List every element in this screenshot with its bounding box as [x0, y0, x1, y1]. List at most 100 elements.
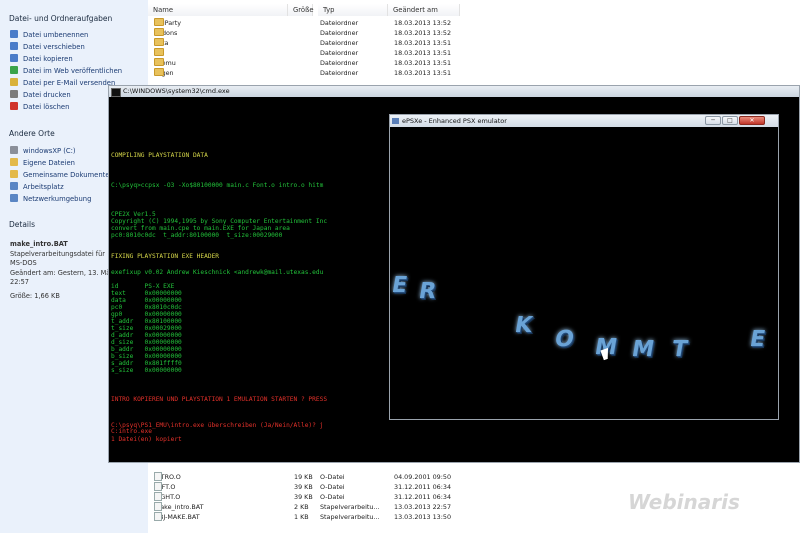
- table-row[interactable]: 3rdParty Dateiordner 18.03.2013 13:52: [148, 18, 460, 28]
- drive-icon: [10, 146, 18, 154]
- table-row[interactable]: addons Dateiordner 18.03.2013 13:52: [148, 28, 460, 38]
- console-line: t_addr 0x80100000: [111, 318, 182, 325]
- cell-modified: 18.03.2013 13:52: [394, 29, 452, 37]
- console-line: convert from main.cpe to main.EXE for Ja…: [111, 225, 290, 232]
- console-line: b_size 0x00000000: [111, 353, 182, 360]
- column-header-size[interactable]: Größe: [288, 4, 314, 16]
- task-email[interactable]: Datei per E-Mail versenden: [10, 78, 115, 89]
- place-shared-folder[interactable]: Gemeinsame Dokumente: [10, 170, 110, 181]
- task-label: Datei per E-Mail versenden: [23, 79, 116, 87]
- cell-name: INTRO.O: [154, 472, 181, 482]
- details-type-line2: MS-DOS: [10, 259, 37, 267]
- cmd-app-icon: [111, 88, 121, 97]
- epsxe-window[interactable]: ePSXe - Enhanced PSX emulator ─ □ ✕ ERKO…: [389, 114, 779, 420]
- task-rename[interactable]: Datei umbenennen: [10, 30, 88, 41]
- table-row[interactable]: cdemu Dateiordner 18.03.2013 13:51: [148, 58, 460, 68]
- console-line: s_size 0x00000000: [111, 367, 182, 374]
- folder-icon: [154, 18, 164, 26]
- file-icon: [154, 472, 162, 481]
- table-row[interactable]: INTRO.O 19 KB O-Datei 04.09.2001 09:50: [148, 472, 460, 482]
- table-row[interactable]: bin Dateiordner 18.03.2013 13:51: [148, 48, 460, 58]
- epsxe-title: ePSXe - Enhanced PSX emulator: [402, 117, 507, 125]
- cell-name: cdemu: [154, 58, 176, 68]
- cell-modified: 18.03.2013 13:51: [394, 39, 452, 47]
- cell-name: cdgen: [154, 68, 174, 78]
- minimize-button[interactable]: ─: [705, 116, 721, 125]
- console-line: data 0x00000000: [111, 297, 182, 304]
- cell-size: 39 KB: [294, 483, 313, 491]
- console-line: COMPILING PLAYSTATION DATA: [111, 152, 208, 159]
- file-icon: [154, 482, 162, 491]
- task-label: Datei drucken: [23, 91, 71, 99]
- place-drive[interactable]: windowsXP (C:): [10, 146, 76, 157]
- console-line: C:\psyq>ccpsx -O3 -Xo$80100000 main.c Fo…: [111, 182, 324, 189]
- cell-name: bin: [154, 48, 164, 58]
- cell-size: 39 KB: [294, 493, 313, 501]
- column-header-modified[interactable]: Geändert am: [388, 4, 460, 16]
- move-icon: [10, 42, 18, 50]
- folder-icon: [154, 38, 164, 46]
- console-line: d_size 0x00000000: [111, 339, 182, 346]
- printer-icon: [10, 90, 18, 98]
- table-row[interactable]: LEFT.O 39 KB O-Datei 31.12.2011 06:34: [148, 482, 460, 492]
- details-type-line1: Stapelverarbeitungsdatei für: [10, 250, 105, 258]
- place-computer[interactable]: Arbeitsplatz: [10, 182, 64, 193]
- scroller-letter: M: [629, 337, 657, 362]
- place-label: Gemeinsame Dokumente: [23, 171, 110, 179]
- task-label: Datei umbenennen: [23, 31, 89, 39]
- web-publish-icon: [10, 66, 18, 74]
- column-header-type[interactable]: Typ: [318, 4, 388, 16]
- other-places-title: Andere Orte: [9, 129, 55, 138]
- details-title: Details: [9, 220, 36, 229]
- cell-name: LEFT.O: [154, 482, 175, 492]
- cell-size: 1 KB: [294, 513, 309, 521]
- task-copy[interactable]: Datei kopieren: [10, 54, 73, 65]
- task-web-publish[interactable]: Datei im Web veröffentlichen: [10, 66, 122, 77]
- cmd-title-bar[interactable]: C:\WINDOWS\system32\cmd.exe: [109, 86, 799, 97]
- table-row[interactable]: OBJ-MAKE.BAT 1 KB Stapelverarbeitu... 13.03…: [148, 512, 460, 522]
- cell-name: RIGHT.O: [154, 492, 180, 502]
- task-label: Datei kopieren: [23, 55, 73, 63]
- cell-modified: 18.03.2013 13:51: [394, 69, 452, 77]
- details-modified-line2: 22:57: [10, 278, 30, 286]
- cell-modified: 13.03.2013 13:50: [394, 513, 452, 521]
- copy-icon: [10, 54, 18, 62]
- place-network[interactable]: Netzwerkumgebung: [10, 194, 91, 205]
- scroller-letter: T: [669, 337, 690, 362]
- scroller-letter: E: [747, 327, 768, 352]
- folder-icon: [154, 48, 164, 56]
- task-printer[interactable]: Datei drucken: [10, 90, 71, 101]
- folder-icon: [154, 28, 164, 36]
- task-label: Datei im Web veröffentlichen: [23, 67, 123, 75]
- console-line: s_addr 0x801ffff0: [111, 360, 182, 367]
- console-line: t_size 0x00029000: [111, 325, 182, 332]
- place-my-documents[interactable]: Eigene Dateien: [10, 158, 75, 169]
- table-row[interactable]: make_intro.BAT 2 KB Stapelverarbeitu... 13.…: [148, 502, 460, 512]
- cell-type: Dateiordner: [320, 19, 359, 27]
- console-line: d_addr 0x00000000: [111, 332, 182, 339]
- scroller-letter: O: [552, 327, 576, 352]
- column-header-name[interactable]: Name: [148, 4, 288, 16]
- cell-size: 2 KB: [294, 503, 309, 511]
- place-label: windowsXP (C:): [23, 147, 76, 155]
- place-label: Arbeitsplatz: [23, 183, 64, 191]
- table-row[interactable]: RIGHT.O 39 KB O-Datei 31.12.2011 06:34: [148, 492, 460, 502]
- console-line: text 0x00000000: [111, 290, 182, 297]
- task-delete[interactable]: Datei löschen: [10, 102, 69, 113]
- file-icon: [154, 502, 162, 511]
- table-row[interactable]: beta Dateiordner 18.03.2013 13:51: [148, 38, 460, 48]
- epsxe-title-bar[interactable]: ePSXe - Enhanced PSX emulator ─ □ ✕: [390, 115, 778, 127]
- task-move[interactable]: Datei verschieben: [10, 42, 85, 53]
- close-button[interactable]: ✕: [739, 116, 765, 125]
- table-row[interactable]: cdgen Dateiordner 18.03.2013 13:51: [148, 68, 460, 78]
- cmd-title: C:\WINDOWS\system32\cmd.exe: [123, 87, 230, 95]
- folder-icon: [154, 58, 164, 66]
- cell-modified: 18.03.2013 13:52: [394, 19, 452, 27]
- details-size: Größe: 1,66 KB: [10, 292, 60, 300]
- console-line: pc0:8010c0dc t_addr:80100000 t_size:0002…: [111, 232, 283, 239]
- console-line: exefixup v0.02 Andrew Kieschnick <andrew…: [111, 269, 324, 276]
- cell-type: Dateiordner: [320, 49, 359, 57]
- cell-modified: 13.03.2013 22:57: [394, 503, 452, 511]
- maximize-button[interactable]: □: [722, 116, 738, 125]
- cell-modified: 04.09.2001 09:50: [394, 473, 452, 481]
